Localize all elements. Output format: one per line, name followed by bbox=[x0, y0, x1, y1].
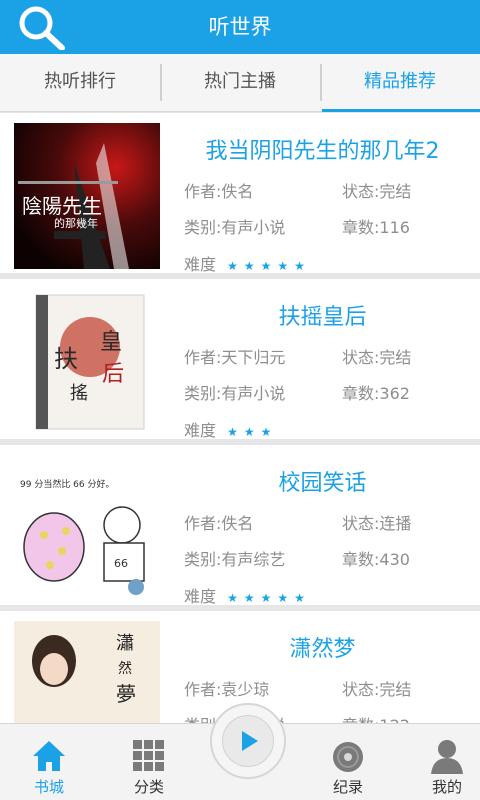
book-chapters: 章数:122 bbox=[342, 712, 410, 723]
play-icon bbox=[242, 731, 258, 751]
book-cover: 99 分当然比 66 分好。 66 bbox=[14, 455, 160, 601]
star-icon: ★ bbox=[260, 591, 272, 605]
book-chapters: 章数:362 bbox=[342, 384, 410, 403]
tab-hot-hosts[interactable]: 热门主播 bbox=[160, 54, 320, 111]
book-author: 作者:佚名 bbox=[184, 514, 254, 533]
star-icon: ★ bbox=[227, 259, 238, 273]
nav-label: 我的 bbox=[431, 778, 462, 796]
tab-recommended[interactable]: 精品推荐 bbox=[320, 54, 480, 112]
star-icon: ★ bbox=[294, 591, 305, 605]
app-title: 听世界 bbox=[208, 15, 272, 39]
book-title[interactable]: 校园笑话 bbox=[165, 465, 480, 497]
book-title[interactable]: 我当阴阳先生的那几年2 bbox=[165, 133, 480, 165]
star-icon: ★ bbox=[227, 591, 238, 605]
svg-text:瀟: 瀟 bbox=[116, 633, 134, 654]
book-author: 作者:佚名 bbox=[184, 182, 254, 201]
book-chapters: 章数:430 bbox=[342, 550, 410, 569]
star-icon: ★ bbox=[260, 425, 272, 439]
book-card[interactable]: 陰陽先生 的那幾年 我当阴阳先生的那几年2 作者:佚名 状态:完结 类别:有声小… bbox=[0, 113, 480, 275]
book-list[interactable]: 陰陽先生 的那幾年 我当阴阳先生的那几年2 作者:佚名 状态:完结 类别:有声小… bbox=[0, 113, 480, 723]
svg-text:66: 66 bbox=[114, 557, 128, 570]
svg-text:扶: 扶 bbox=[54, 345, 78, 373]
book-status: 状态:连播 bbox=[342, 514, 412, 533]
nav-label: 分类 bbox=[133, 778, 164, 796]
difficulty-label: 难度 bbox=[184, 587, 217, 606]
book-category: 类别:有声小说 bbox=[184, 218, 286, 237]
svg-text:99 分当然比 66 分好。: 99 分当然比 66 分好。 bbox=[20, 478, 115, 490]
svg-text:的那幾年: 的那幾年 bbox=[54, 216, 98, 230]
book-cover: 皇 扶 后 搖 bbox=[14, 289, 160, 435]
book-title[interactable]: 潇然梦 bbox=[165, 631, 480, 663]
difficulty-rating: 难度 ★ ★ ★ ★ ★ bbox=[184, 251, 305, 275]
nav-record[interactable]: 纪录 bbox=[313, 724, 383, 800]
nav-label: 纪录 bbox=[332, 778, 363, 796]
book-chapters: 章数:116 bbox=[342, 218, 410, 237]
book-category: 类别:有声小说 bbox=[184, 384, 286, 403]
book-cover: 陰陽先生 的那幾年 bbox=[14, 123, 160, 269]
book-card[interactable]: 99 分当然比 66 分好。 66 校园笑话 作者:佚名 状态:连播 类别:有声… bbox=[0, 445, 480, 607]
record-icon bbox=[333, 742, 363, 772]
nav-category[interactable]: 分类 bbox=[114, 724, 184, 800]
top-bar: 听世界 bbox=[0, 0, 480, 54]
svg-text:搖: 搖 bbox=[70, 383, 88, 404]
difficulty-rating: 难度 ★ ★ ★ ★ ★ bbox=[184, 417, 305, 441]
book-status: 状态:完结 bbox=[342, 348, 412, 367]
nav-mine[interactable]: 我的 bbox=[412, 724, 480, 800]
book-author: 作者:袁少琼 bbox=[184, 680, 270, 699]
tab-bar: 热听排行 热门主播 精品推荐 bbox=[0, 54, 480, 112]
play-button[interactable] bbox=[210, 703, 286, 779]
nav-label: 书城 bbox=[33, 778, 64, 796]
star-empty-icon: ★ bbox=[294, 425, 305, 439]
star-icon: ★ bbox=[243, 259, 255, 273]
difficulty-rating: 难度 ★ ★ ★ ★ ★ bbox=[184, 583, 305, 607]
svg-text:夢: 夢 bbox=[116, 682, 136, 706]
book-status: 状态:完结 bbox=[342, 182, 412, 201]
star-icon: ★ bbox=[227, 425, 238, 439]
difficulty-label: 难度 bbox=[184, 421, 217, 440]
svg-text:后: 后 bbox=[102, 362, 124, 387]
book-cover: 瀟 然 夢 bbox=[14, 621, 160, 723]
difficulty-label: 难度 bbox=[184, 255, 217, 274]
book-author: 作者:天下归元 bbox=[184, 348, 286, 367]
star-icon: ★ bbox=[260, 259, 272, 273]
svg-text:然: 然 bbox=[118, 660, 132, 677]
star-empty-icon: ★ bbox=[277, 425, 289, 439]
star-icon: ★ bbox=[277, 259, 289, 273]
star-icon: ★ bbox=[243, 591, 255, 605]
book-status: 状态:完结 bbox=[342, 680, 412, 699]
book-category: 类别:有声综艺 bbox=[184, 550, 286, 569]
book-card[interactable]: 皇 扶 后 搖 扶摇皇后 作者:天下归元 状态:完结 类别:有声小说 章数:36… bbox=[0, 279, 480, 441]
svg-text:皇: 皇 bbox=[100, 330, 122, 355]
tab-hot-ranking[interactable]: 热听排行 bbox=[0, 54, 160, 111]
home-icon bbox=[33, 741, 65, 771]
star-icon: ★ bbox=[243, 425, 255, 439]
svg-text:陰陽先生: 陰陽先生 bbox=[22, 194, 102, 218]
star-icon: ★ bbox=[294, 259, 305, 273]
book-title[interactable]: 扶摇皇后 bbox=[165, 299, 480, 331]
user-icon bbox=[431, 740, 463, 774]
star-icon: ★ bbox=[277, 591, 289, 605]
grid-icon bbox=[133, 740, 164, 771]
nav-home[interactable]: 书城 bbox=[14, 724, 84, 800]
